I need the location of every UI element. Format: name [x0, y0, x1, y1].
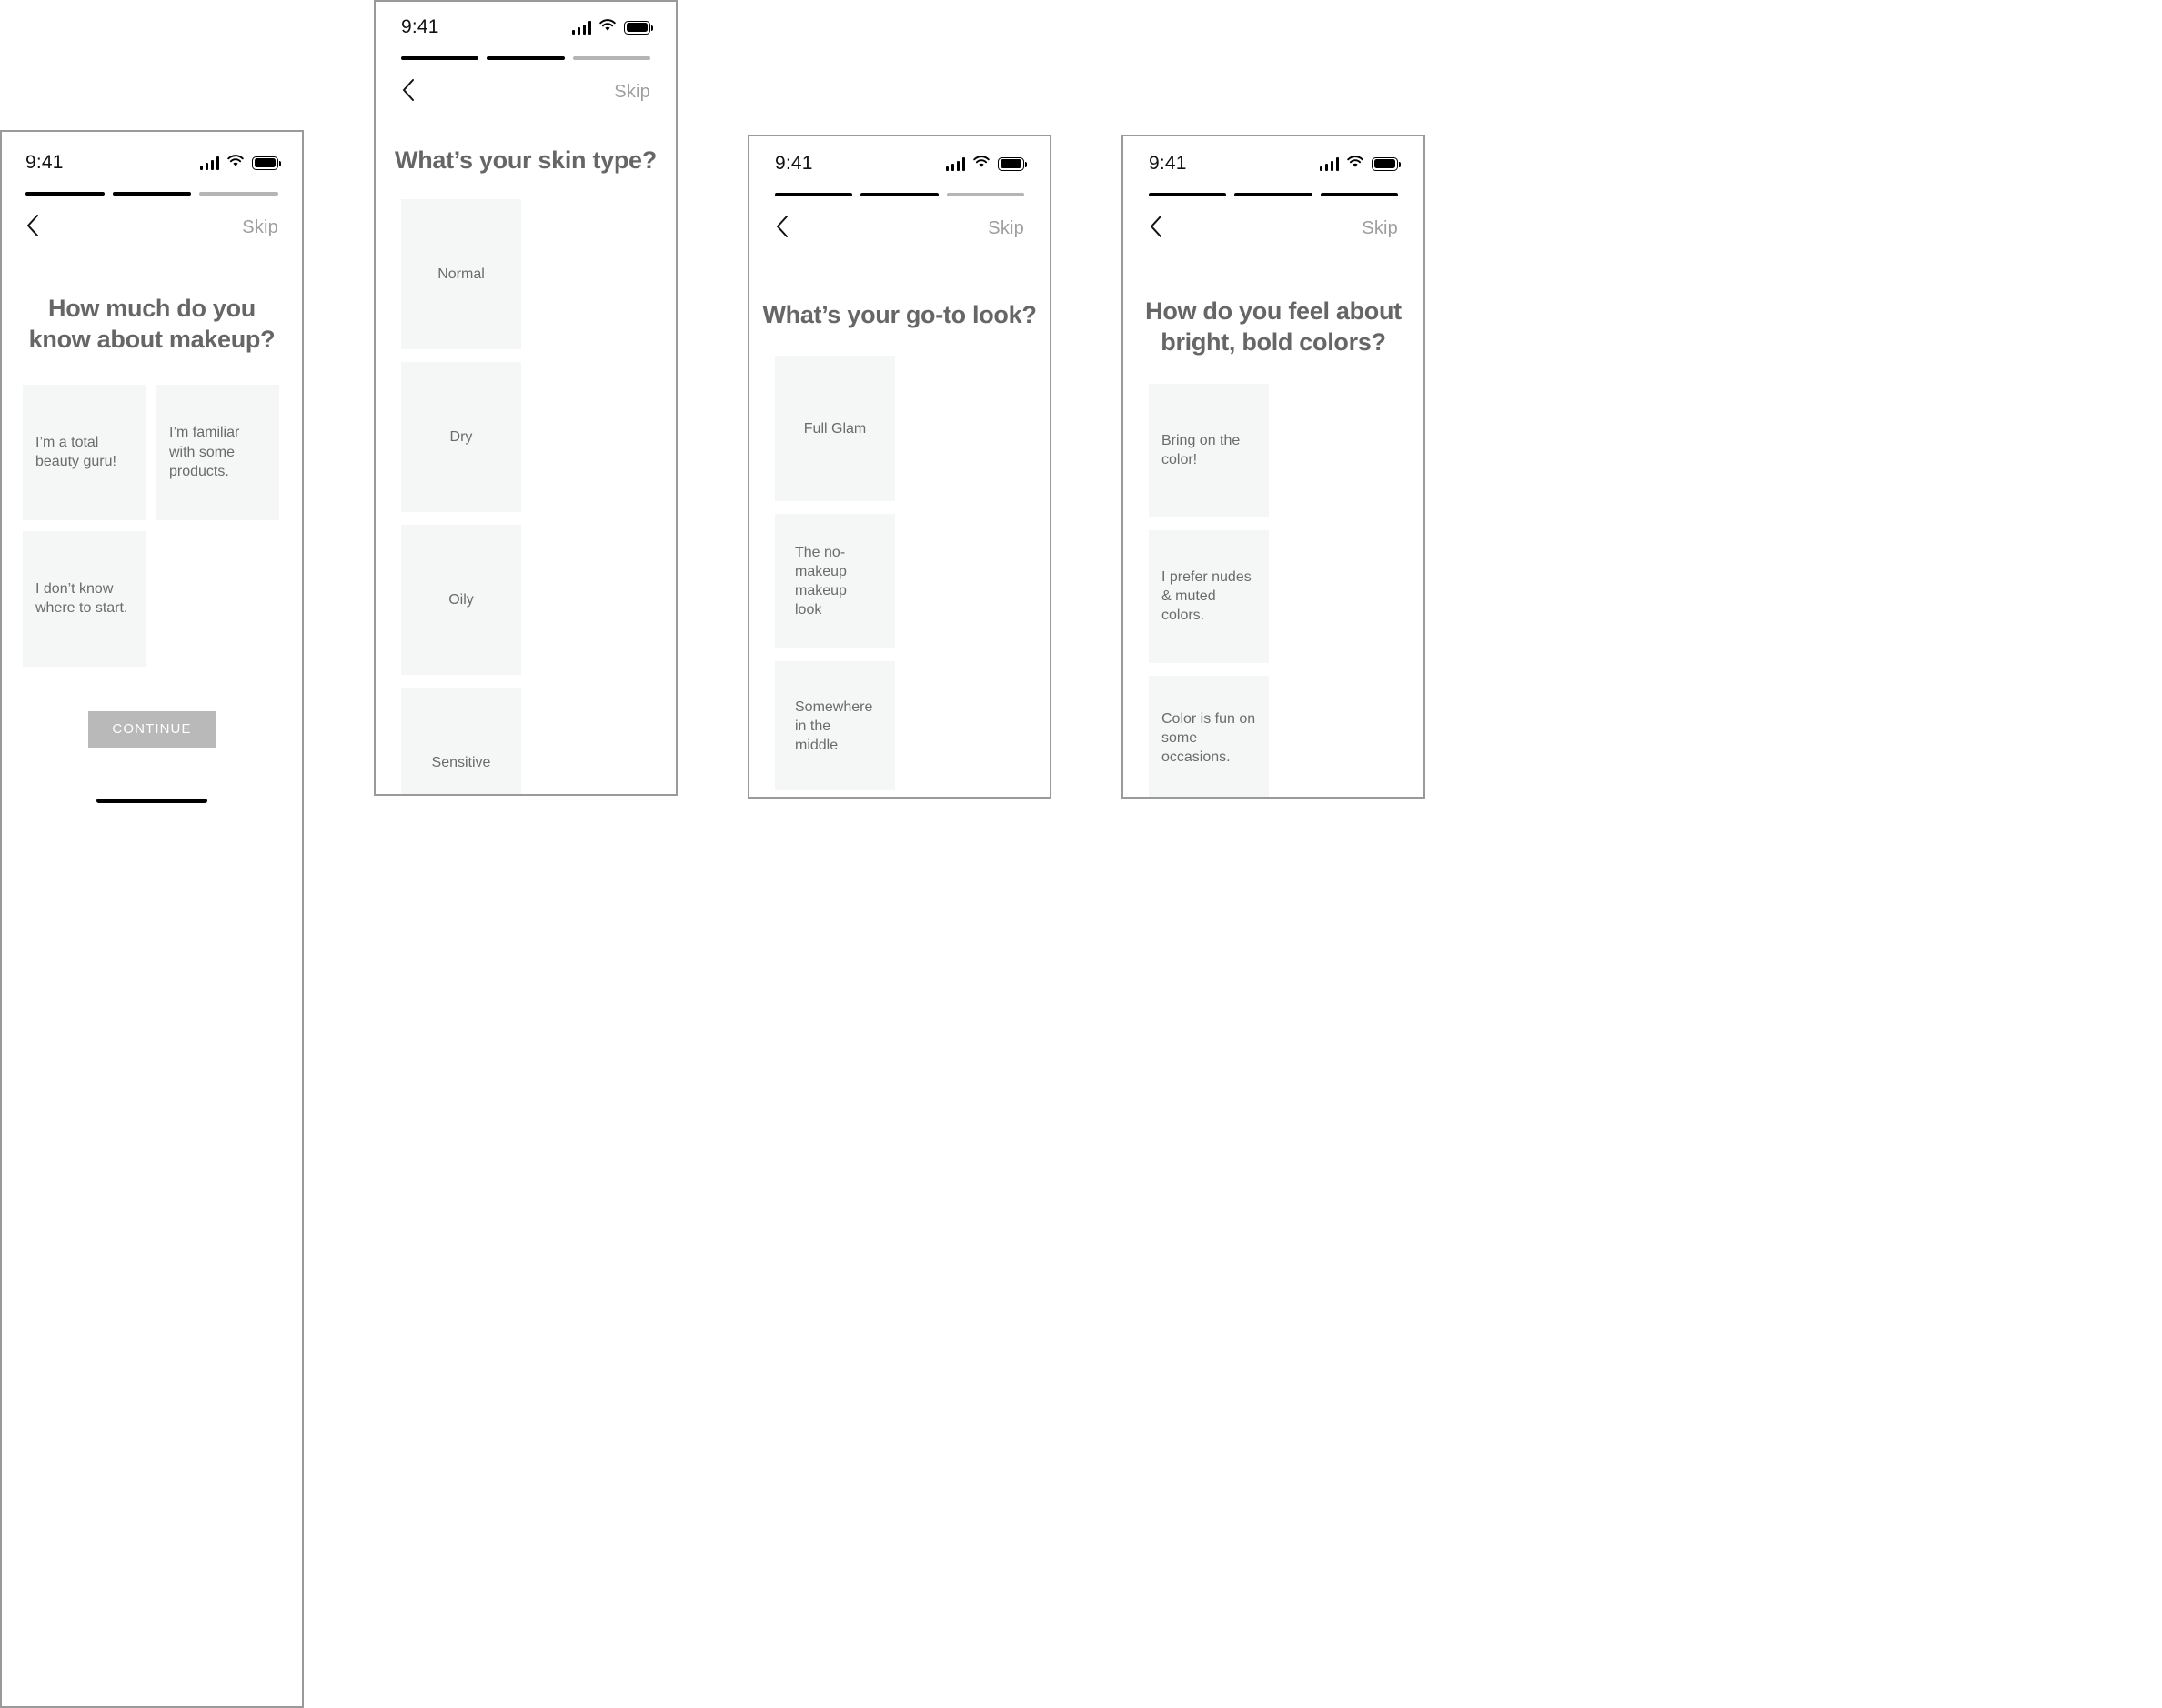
- skip-button[interactable]: Skip: [988, 218, 1024, 239]
- nav-bar: Skip: [775, 215, 1024, 243]
- progress-segment-2: [860, 193, 939, 196]
- battery-full-icon: [624, 20, 653, 35]
- skip-button[interactable]: Skip: [614, 82, 650, 103]
- phone-screen-skin-type: 9:41 Skip What’s your skin type? Normal …: [374, 0, 678, 796]
- cellular-signal-icon: [571, 20, 591, 35]
- page-title: What’s your skin type?: [395, 146, 657, 174]
- cta-container: CONTINUE: [2, 710, 302, 748]
- battery-full-icon: [1372, 156, 1401, 171]
- status-time: 9:41: [25, 152, 64, 173]
- battery-full-icon: [998, 156, 1027, 171]
- phone-screen-makeup-knowledge: 9:41 Skip How much do you know about mak…: [0, 130, 304, 1708]
- option-card[interactable]: Full Glam: [775, 356, 895, 502]
- progress-indicator: [1149, 193, 1398, 196]
- skip-button[interactable]: Skip: [242, 217, 278, 238]
- status-icons: [945, 155, 1027, 173]
- progress-segment-3: [1320, 193, 1398, 196]
- progress-indicator: [775, 193, 1024, 196]
- continue-button[interactable]: CONTINUE: [88, 710, 216, 748]
- status-bar: 9:41: [749, 136, 1050, 175]
- back-chevron-icon[interactable]: [25, 214, 40, 242]
- status-time: 9:41: [401, 16, 439, 37]
- status-time: 9:41: [1149, 153, 1187, 174]
- status-icons: [571, 18, 653, 36]
- option-card[interactable]: Sensitive: [401, 688, 521, 794]
- progress-segment-1: [25, 192, 105, 196]
- option-card[interactable]: Dry: [401, 362, 521, 513]
- progress-indicator: [25, 192, 279, 196]
- wifi-icon: [1347, 155, 1363, 173]
- page-title: How do you feel about bright, bold color…: [1145, 297, 1402, 357]
- wifi-icon: [599, 18, 616, 36]
- progress-indicator: [401, 56, 650, 60]
- option-card[interactable]: Color is fun on some occasions.: [1149, 675, 1269, 797]
- option-card[interactable]: Oily: [401, 525, 521, 676]
- option-card[interactable]: Bring on the color!: [1149, 383, 1269, 517]
- option-card[interactable]: I don’t know where to start.: [23, 530, 146, 667]
- cellular-signal-icon: [199, 156, 219, 170]
- skip-button[interactable]: Skip: [1362, 218, 1398, 239]
- option-card[interactable]: I’m a total beauty guru!: [23, 384, 146, 520]
- progress-segment-2: [1234, 193, 1312, 196]
- cellular-signal-icon: [1319, 156, 1339, 171]
- option-card[interactable]: Normal: [401, 199, 521, 350]
- wifi-icon: [227, 154, 244, 172]
- option-card[interactable]: The no-makeup makeup look: [775, 514, 895, 649]
- nav-bar: Skip: [401, 78, 650, 106]
- status-bar: 9:41: [2, 132, 302, 174]
- home-indicator: [96, 798, 207, 803]
- progress-segment-1: [775, 193, 853, 196]
- back-chevron-icon[interactable]: [775, 215, 789, 243]
- progress-segment-1: [401, 56, 479, 60]
- status-icons: [199, 154, 281, 172]
- option-card[interactable]: I prefer nudes & muted colors.: [1149, 529, 1269, 663]
- progress-segment-3: [572, 56, 650, 60]
- status-icons: [1319, 155, 1401, 173]
- option-card[interactable]: I’m familiar with some products.: [156, 384, 279, 520]
- option-card-list: Bring on the color! I prefer nudes & mut…: [1149, 383, 1398, 797]
- battery-full-icon: [252, 156, 281, 170]
- nav-bar: Skip: [25, 214, 278, 242]
- home-indicator-container: [2, 798, 302, 803]
- progress-segment-3: [199, 192, 279, 196]
- wifi-icon: [973, 155, 990, 173]
- status-time: 9:41: [775, 153, 813, 174]
- status-bar: 9:41: [376, 2, 676, 38]
- nav-bar: Skip: [1149, 215, 1398, 243]
- back-chevron-icon[interactable]: [1149, 215, 1163, 243]
- status-bar: 9:41: [1123, 136, 1423, 175]
- progress-segment-3: [946, 193, 1024, 196]
- progress-segment-2: [112, 192, 192, 196]
- page-title: What’s your go-to look?: [762, 301, 1037, 328]
- progress-segment-1: [1149, 193, 1227, 196]
- option-card-list: Normal Dry Oily Sensitive Combination I …: [401, 199, 650, 794]
- option-card-list: I’m a total beauty guru! I’m familiar wi…: [23, 384, 281, 667]
- cellular-signal-icon: [945, 156, 965, 171]
- phone-screen-bold-colors: 9:41 Skip How do you feel about bright, …: [1121, 135, 1425, 799]
- page-title: How much do you know about makeup?: [28, 295, 276, 354]
- option-card-list: Full Glam The no-makeup makeup look Some…: [775, 356, 1024, 791]
- back-chevron-icon[interactable]: [401, 78, 416, 106]
- phone-screen-go-to-look: 9:41 Skip What’s your go-to look? Full G…: [748, 135, 1051, 799]
- option-card[interactable]: Somewhere in the middle: [775, 661, 895, 791]
- progress-segment-2: [487, 56, 565, 60]
